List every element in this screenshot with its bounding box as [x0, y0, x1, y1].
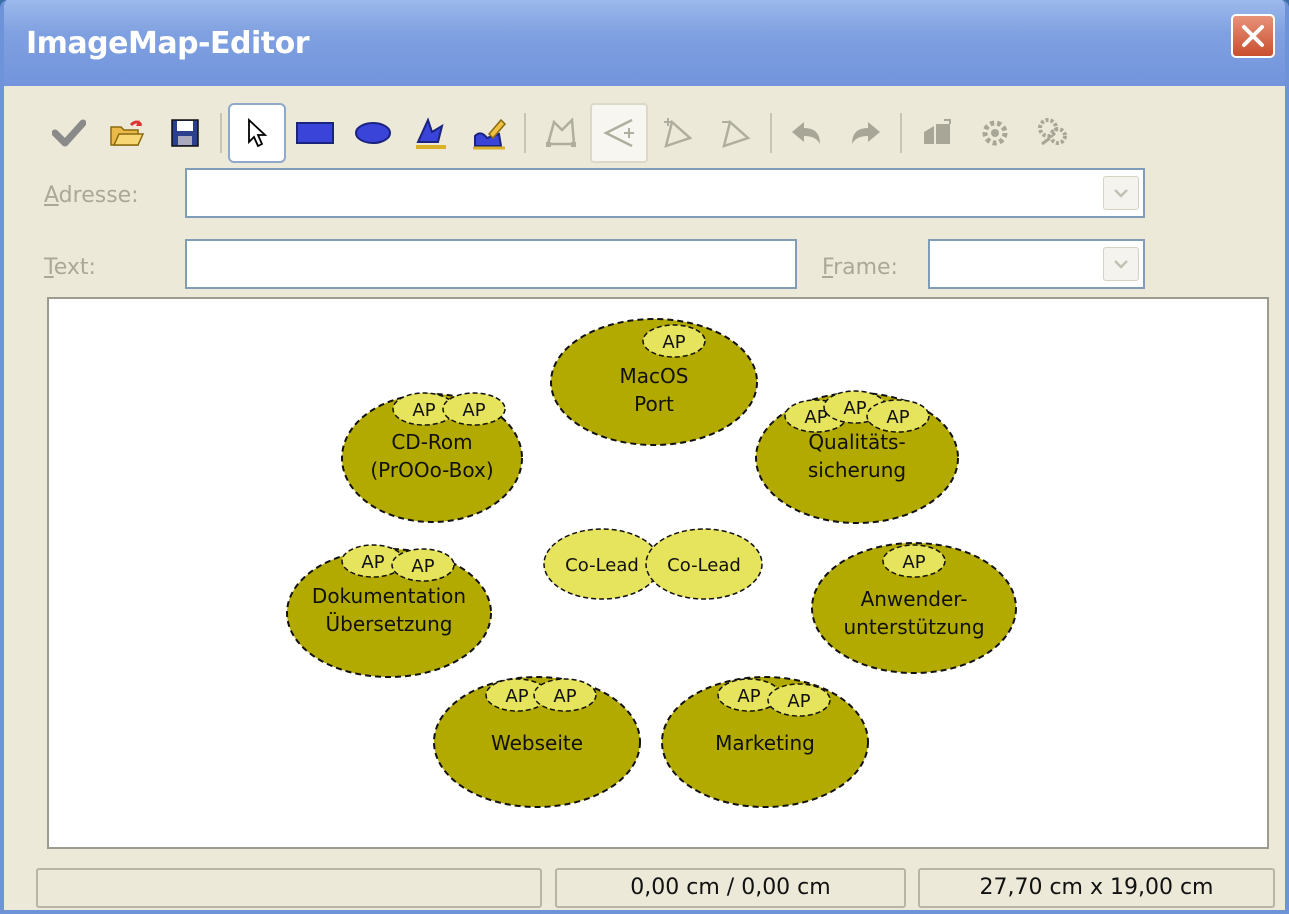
apply-icon: [52, 119, 86, 147]
edit-points-button[interactable]: [532, 103, 590, 163]
ap-label: AP: [361, 552, 384, 573]
delete-points-icon: [722, 119, 751, 148]
redo-icon: [852, 122, 880, 144]
marketing-label: Marketing: [715, 731, 815, 755]
cdrom-label-2: (PrOOo-Box): [370, 458, 493, 482]
ap-label: AP: [787, 691, 810, 712]
undo-button[interactable]: [778, 103, 836, 163]
anwender-label-1: Anwender-: [861, 587, 968, 611]
text-input[interactable]: [185, 239, 797, 289]
toolbar-separator: [220, 113, 222, 153]
ap-label: AP: [411, 556, 434, 577]
qual-label-2: sicherung: [808, 458, 906, 482]
chevron-down-icon: [1114, 260, 1128, 269]
insert-points-button[interactable]: [648, 103, 706, 163]
cdrom-label-1: CD-Rom: [391, 430, 472, 454]
hotspot-marketing[interactable]: AP AP Marketing: [661, 676, 869, 808]
image-map-graphic[interactable]: AP MacOS Port AP AP CD-Rom (PrOOo-Box) A…: [49, 299, 1267, 847]
apply-button[interactable]: [40, 103, 98, 163]
ap-label: AP: [662, 332, 685, 353]
image-canvas[interactable]: AP MacOS Port AP AP CD-Rom (PrOOo-Box) A…: [47, 297, 1269, 849]
redo-button[interactable]: [836, 103, 894, 163]
status-size: 27,70 cm x 19,00 cm: [918, 868, 1275, 908]
save-button[interactable]: [156, 103, 214, 163]
macro-button[interactable]: [966, 103, 1024, 163]
frame-combobox[interactable]: [928, 239, 1145, 289]
status-field-left: [36, 868, 542, 908]
toolbar-separator: [770, 113, 772, 153]
anwender-label-2: unterstützung: [843, 615, 984, 639]
chevron-down-icon: [1114, 189, 1128, 198]
hotspot-cdrom[interactable]: AP AP CD-Rom (PrOOo-Box): [341, 392, 523, 523]
rectangle-icon: [296, 122, 334, 144]
title-bar[interactable]: ImageMap-Editor: [4, 0, 1285, 86]
hotspot-dokumentation[interactable]: AP AP Dokumentation Übersetzung: [286, 544, 492, 678]
insert-points-icon: [664, 118, 693, 148]
hotspot-webseite[interactable]: AP AP Webseite: [433, 676, 641, 808]
select-icon: [248, 118, 268, 148]
address-combobox[interactable]: [185, 168, 1145, 218]
hotspot-anwender[interactable]: AP Anwender- unterstützung: [811, 542, 1017, 674]
active-button[interactable]: [908, 103, 966, 163]
rectangle-button[interactable]: [286, 103, 344, 163]
ap-label: AP: [505, 686, 528, 707]
freeform-polygon-button[interactable]: [460, 103, 518, 163]
colead-label: Co-Lead: [565, 555, 639, 576]
ap-label: AP: [886, 407, 909, 428]
save-icon: [171, 119, 199, 147]
toolbar-separator: [900, 113, 902, 153]
hotspot-colead-left[interactable]: Co-Lead: [543, 528, 661, 600]
open-button[interactable]: [98, 103, 156, 163]
colead-label: Co-Lead: [667, 555, 741, 576]
frame-label: Frame:: [822, 255, 898, 280]
ellipse-icon: [355, 122, 391, 144]
properties-icon: [1038, 118, 1067, 146]
qual-label-1: Qualitäts-: [808, 430, 905, 454]
move-points-icon: [603, 118, 634, 148]
macos-label-1: MacOS: [620, 364, 689, 388]
window-title: ImageMap-Editor: [26, 26, 310, 61]
status-position: 0,00 cm / 0,00 cm: [555, 868, 906, 908]
hotspot-qualitaet[interactable]: AP AP AP Qualitäts- sicherung: [755, 390, 959, 524]
doku-label-2: Übersetzung: [326, 612, 453, 636]
freeform-polygon-icon: [473, 118, 507, 150]
ap-label: AP: [843, 398, 866, 419]
doku-label-1: Dokumentation: [312, 584, 466, 608]
polygon-icon: [416, 117, 446, 149]
move-points-button[interactable]: [590, 103, 648, 163]
text-label: Text:: [44, 255, 96, 280]
frame-dropdown-button[interactable]: [1103, 247, 1139, 281]
address-dropdown-button[interactable]: [1103, 176, 1139, 210]
ap-label: AP: [553, 686, 576, 707]
imagemap-editor-window: ImageMap-Editor Adresse: Text: Frame: AP…: [0, 0, 1289, 914]
close-icon: [1242, 25, 1264, 47]
toolbar-separator: [524, 113, 526, 153]
address-label: Adresse:: [44, 183, 139, 208]
hotspot-macos[interactable]: AP MacOS Port: [550, 318, 758, 446]
ap-label: AP: [737, 686, 760, 707]
polygon-button[interactable]: [402, 103, 460, 163]
ap-label: AP: [412, 400, 435, 421]
properties-button[interactable]: [1024, 103, 1082, 163]
macos-label-2: Port: [634, 392, 674, 416]
ap-label: AP: [804, 407, 827, 428]
ap-label: AP: [902, 552, 925, 573]
close-button[interactable]: [1231, 14, 1275, 58]
toolbar: [40, 100, 1082, 166]
edit-points-icon: [546, 117, 576, 147]
open-icon: [110, 120, 145, 146]
ap-label: AP: [462, 400, 485, 421]
hotspot-colead-right[interactable]: Co-Lead: [645, 528, 763, 600]
undo-icon: [792, 122, 820, 144]
active-icon: [924, 119, 951, 144]
select-button[interactable]: [228, 103, 286, 163]
ellipse-button[interactable]: [344, 103, 402, 163]
webseite-label: Webseite: [491, 731, 583, 755]
macro-icon: [982, 120, 1008, 146]
delete-points-button[interactable]: [706, 103, 764, 163]
